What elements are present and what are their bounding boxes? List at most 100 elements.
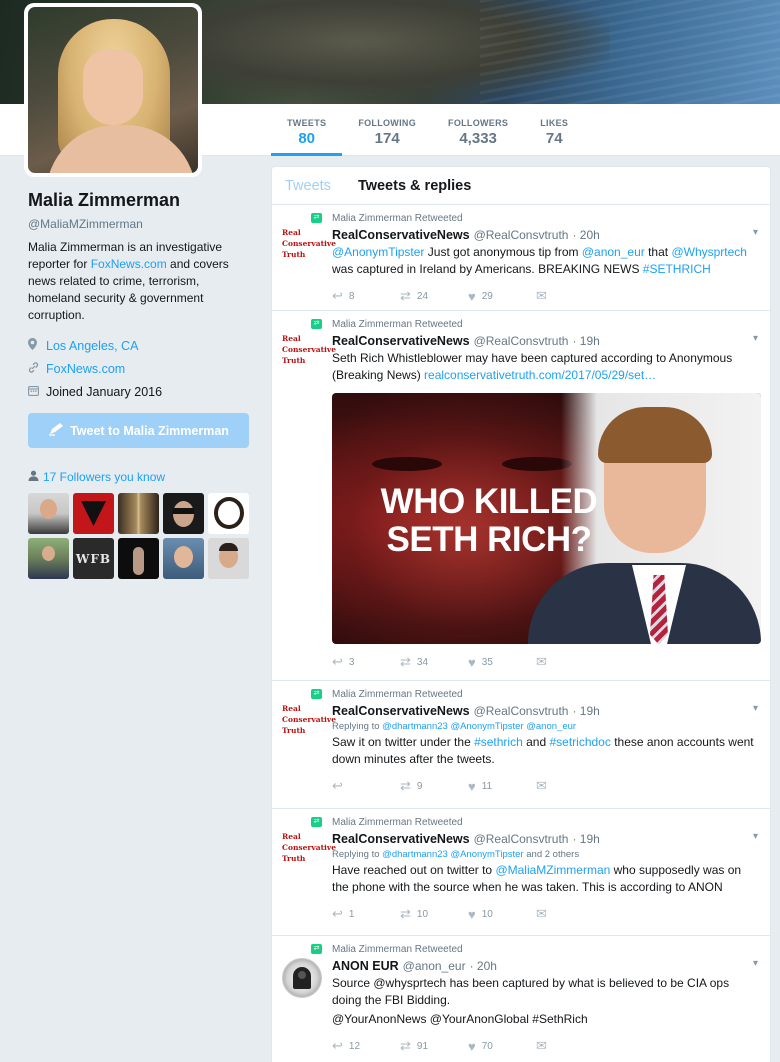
profile-avatar[interactable]: [24, 3, 202, 177]
chevron-down-icon[interactable]: ▾: [753, 333, 758, 344]
author-handle[interactable]: @RealConsvtruth: [474, 832, 569, 846]
followers-you-know[interactable]: 17 Followers you know: [28, 470, 252, 484]
tweet-item[interactable]: ⇄ Malia Zimmerman Retweeted Real Conserva…: [272, 205, 770, 311]
dm-button[interactable]: ✉: [536, 778, 604, 794]
heart-icon: ♥: [468, 778, 476, 794]
chevron-down-icon[interactable]: ▾: [753, 703, 758, 714]
hashtag-link[interactable]: #SETHRICH: [643, 262, 711, 276]
stat-followers[interactable]: FOLLOWERS 4,333: [432, 104, 524, 156]
tweet-item[interactable]: ⇄ Malia Zimmerman Retweeted Real Conserva…: [272, 681, 770, 809]
heart-icon: ♥: [468, 1038, 476, 1054]
mention-link[interactable]: @MaliaMZimmerman: [495, 863, 610, 877]
like-button[interactable]: ♥ 11: [468, 779, 536, 794]
link-icon: [28, 361, 46, 376]
person-icon: [28, 470, 39, 484]
stat-likes[interactable]: LIKES 74: [524, 104, 584, 156]
author-name[interactable]: RealConservativeNews: [332, 832, 470, 846]
author-avatar[interactable]: Real Conservative Truth: [282, 831, 336, 871]
profile-location[interactable]: Los Angeles, CA: [46, 339, 138, 353]
reply-button[interactable]: ↩ 1: [332, 906, 400, 922]
follower-avatar[interactable]: [163, 493, 204, 534]
author-handle[interactable]: @RealConsvtruth: [474, 228, 569, 242]
replying-to-links[interactable]: @dhartmann23 @AnonymTipster: [382, 849, 523, 860]
author-name[interactable]: RealConservativeNews: [332, 704, 470, 718]
tweet-time[interactable]: · 20h: [572, 228, 599, 242]
follower-avatar[interactable]: [28, 538, 69, 579]
stat-label: TWEETS: [287, 118, 327, 128]
reply-button[interactable]: ↩ 12: [332, 1038, 400, 1054]
envelope-icon: ✉: [536, 1038, 547, 1053]
dm-button[interactable]: ✉: [536, 906, 604, 922]
reply-button[interactable]: ↩: [332, 778, 400, 794]
stat-label: FOLLOWERS: [448, 118, 509, 128]
author-avatar[interactable]: Real Conservative Truth: [282, 333, 336, 373]
tweet-item[interactable]: ⇄ Malia Zimmerman Retweeted ANON EUR @ano…: [272, 936, 770, 1062]
follower-avatar[interactable]: WFB: [73, 538, 114, 579]
author-handle[interactable]: @RealConsvtruth: [474, 334, 569, 348]
follower-avatar[interactable]: [28, 493, 69, 534]
follower-avatar[interactable]: [118, 538, 159, 579]
tweet-to-button[interactable]: Tweet to Malia Zimmerman: [28, 413, 249, 448]
author-avatar[interactable]: [282, 958, 322, 998]
tweet-time[interactable]: · 19h: [572, 334, 599, 348]
follower-avatar[interactable]: [163, 538, 204, 579]
retweet-button[interactable]: ⇄ 34: [400, 654, 468, 670]
author-handle[interactable]: @anon_eur: [403, 959, 466, 973]
tab-tweets-replies[interactable]: Tweets & replies: [358, 178, 471, 194]
replying-to-links[interactable]: @dhartmann23 @AnonymTipster @anon_eur: [382, 721, 576, 732]
tweet-header: RealConservativeNews @RealConsvtruth · 1…: [332, 704, 760, 718]
follower-avatar[interactable]: [118, 493, 159, 534]
dm-button[interactable]: ✉: [536, 1038, 604, 1054]
tweet-time[interactable]: · 20h: [470, 959, 497, 973]
stat-following[interactable]: FOLLOWING 174: [342, 104, 432, 156]
hashtag-link[interactable]: #sethrich: [474, 735, 523, 749]
chevron-down-icon[interactable]: ▾: [753, 831, 758, 842]
bio-link[interactable]: FoxNews.com: [91, 257, 167, 271]
like-button[interactable]: ♥ 70: [468, 1039, 536, 1054]
retweet-context: ⇄ Malia Zimmerman Retweeted: [311, 211, 760, 225]
dm-button[interactable]: ✉: [536, 654, 604, 670]
retweet-button[interactable]: ⇄ 9: [400, 778, 468, 794]
url-link[interactable]: realconservativetruth.com/2017/05/29/set…: [424, 368, 656, 382]
hashtag-link[interactable]: #setrichdoc: [549, 735, 610, 749]
profile-name[interactable]: Malia Zimmerman: [28, 190, 252, 211]
tweet-header: RealConservativeNews @RealConsvtruth · 1…: [332, 832, 760, 846]
like-button[interactable]: ♥ 29: [468, 289, 536, 304]
profile-website[interactable]: FoxNews.com: [46, 362, 125, 376]
author-avatar[interactable]: Real Conservative Truth: [282, 703, 336, 743]
envelope-icon: ✉: [536, 906, 547, 921]
like-button[interactable]: ♥ 35: [468, 655, 536, 670]
reply-button[interactable]: ↩ 8: [332, 288, 400, 304]
follower-avatar[interactable]: [208, 538, 249, 579]
tweet-tags[interactable]: @YourAnonNews @YourAnonGlobal #SethRich: [332, 1011, 760, 1028]
tweet-to-label: Tweet to Malia Zimmerman: [70, 423, 229, 438]
retweet-button[interactable]: ⇄ 10: [400, 906, 468, 922]
heart-icon: ♥: [468, 288, 476, 304]
tab-tweets[interactable]: Tweets: [285, 178, 331, 194]
reply-button[interactable]: ↩ 3: [332, 654, 400, 670]
retweet-button[interactable]: ⇄ 91: [400, 1038, 468, 1054]
mention-link[interactable]: @anon_eur: [582, 245, 645, 259]
tweet-time[interactable]: · 19h: [572, 704, 599, 718]
profile-handle[interactable]: @MaliaMZimmerman: [28, 217, 252, 231]
dm-button[interactable]: ✉: [536, 288, 604, 304]
mention-link[interactable]: @AnonymTipster: [332, 245, 424, 259]
chevron-down-icon[interactable]: ▾: [753, 227, 758, 238]
mention-link[interactable]: @Whysprtech: [671, 245, 747, 259]
tweet-item[interactable]: ⇄ Malia Zimmerman Retweeted Real Conserva…: [272, 809, 770, 936]
author-handle[interactable]: @RealConsvtruth: [474, 704, 569, 718]
retweet-button[interactable]: ⇄ 24: [400, 288, 468, 304]
tweet-time[interactable]: · 19h: [572, 832, 599, 846]
tweet-image[interactable]: WHO KILLED SETH RICH?: [332, 393, 761, 644]
tweet-item[interactable]: ⇄ Malia Zimmerman Retweeted Real Conserva…: [272, 311, 770, 681]
author-name[interactable]: ANON EUR: [332, 959, 399, 973]
author-avatar[interactable]: Real Conservative Truth: [282, 227, 336, 267]
follower-avatar[interactable]: [208, 493, 249, 534]
follower-avatar[interactable]: [73, 493, 114, 534]
reply-icon: ↩: [332, 288, 343, 303]
stat-tweets[interactable]: TWEETS 80: [271, 104, 343, 156]
like-button[interactable]: ♥ 10: [468, 907, 536, 922]
chevron-down-icon[interactable]: ▾: [753, 958, 758, 969]
author-name[interactable]: RealConservativeNews: [332, 334, 470, 348]
author-name[interactable]: RealConservativeNews: [332, 228, 470, 242]
